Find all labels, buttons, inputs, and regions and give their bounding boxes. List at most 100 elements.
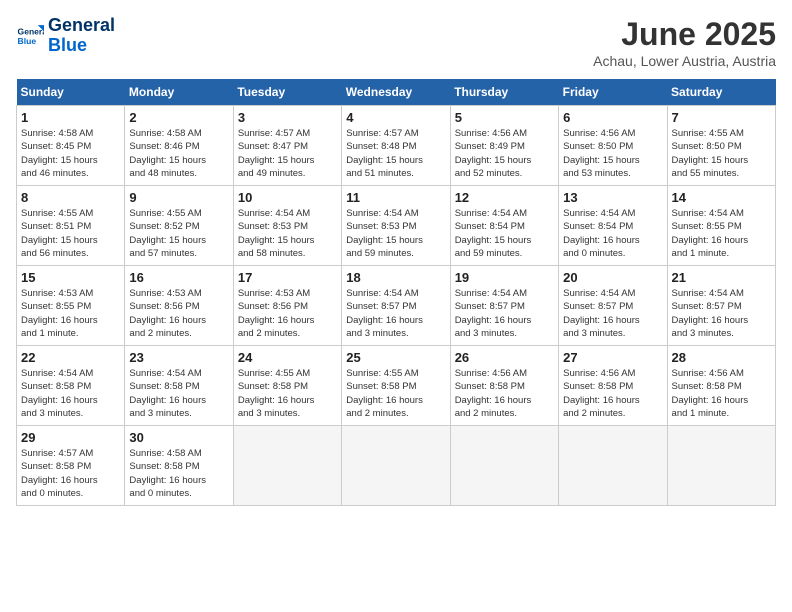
day-info: Sunrise: 4:54 AM Sunset: 8:57 PM Dayligh… <box>672 287 771 340</box>
table-row: 1 Sunrise: 4:58 AM Sunset: 8:45 PM Daylig… <box>17 106 125 186</box>
day-info: Sunrise: 4:54 AM Sunset: 8:54 PM Dayligh… <box>563 207 662 260</box>
col-sunday: Sunday <box>17 79 125 106</box>
day-number: 28 <box>672 350 771 365</box>
table-row: 9Sunrise: 4:55 AM Sunset: 8:52 PM Daylig… <box>125 186 233 266</box>
table-row: 7 Sunrise: 4:55 AM Sunset: 8:50 PM Daylig… <box>667 106 775 186</box>
table-row: 30 Sunrise: 4:58 AM Sunset: 8:58 PM Dayli… <box>125 426 233 506</box>
day-number: 3 <box>238 110 337 125</box>
svg-text:Blue: Blue <box>18 36 37 46</box>
day-info: Sunrise: 4:53 AM Sunset: 8:55 PM Dayligh… <box>21 287 120 340</box>
col-tuesday: Tuesday <box>233 79 341 106</box>
table-row: 13 Sunrise: 4:54 AM Sunset: 8:54 PM Dayli… <box>559 186 667 266</box>
table-row: 15 Sunrise: 4:53 AM Sunset: 8:55 PM Dayli… <box>17 266 125 346</box>
col-monday: Monday <box>125 79 233 106</box>
day-number: 12 <box>455 190 554 205</box>
table-row <box>233 426 341 506</box>
table-row: 23 Sunrise: 4:54 AM Sunset: 8:58 PM Dayli… <box>125 346 233 426</box>
day-info: Sunrise: 4:54 AM Sunset: 8:53 PM Dayligh… <box>346 207 445 260</box>
table-row: 25Sunrise: 4:55 AM Sunset: 8:58 PM Dayli… <box>342 346 450 426</box>
day-info: Sunrise: 4:53 AM Sunset: 8:56 PM Dayligh… <box>238 287 337 340</box>
calendar-week-row: 15 Sunrise: 4:53 AM Sunset: 8:55 PM Dayli… <box>17 266 776 346</box>
day-info: Sunrise: 4:57 AM Sunset: 8:48 PM Dayligh… <box>346 127 445 180</box>
day-number: 7 <box>672 110 771 125</box>
day-info: Sunrise: 4:54 AM Sunset: 8:55 PM Dayligh… <box>672 207 771 260</box>
day-number: 21 <box>672 270 771 285</box>
day-info: Sunrise: 4:55 AM Sunset: 8:51 PM Dayligh… <box>21 207 120 260</box>
table-row: 18Sunrise: 4:54 AM Sunset: 8:57 PM Dayli… <box>342 266 450 346</box>
day-info: Sunrise: 4:58 AM Sunset: 8:46 PM Dayligh… <box>129 127 228 180</box>
table-row: 17 Sunrise: 4:53 AM Sunset: 8:56 PM Dayli… <box>233 266 341 346</box>
day-number: 22 <box>21 350 120 365</box>
logo: General Blue General Blue <box>16 16 115 56</box>
day-number: 1 <box>21 110 120 125</box>
calendar-week-row: 29 Sunrise: 4:57 AM Sunset: 8:58 PM Dayli… <box>17 426 776 506</box>
day-info: Sunrise: 4:55 AM Sunset: 8:58 PM Dayligh… <box>238 367 337 420</box>
table-row <box>559 426 667 506</box>
table-row: 4 Sunrise: 4:57 AM Sunset: 8:48 PM Daylig… <box>342 106 450 186</box>
day-number: 9 <box>129 190 228 205</box>
day-number: 8 <box>21 190 120 205</box>
location-subtitle: Achau, Lower Austria, Austria <box>593 53 776 69</box>
table-row: 12Sunrise: 4:54 AM Sunset: 8:54 PM Dayli… <box>450 186 558 266</box>
day-number: 4 <box>346 110 445 125</box>
table-row: 3 Sunrise: 4:57 AM Sunset: 8:47 PM Daylig… <box>233 106 341 186</box>
day-number: 14 <box>672 190 771 205</box>
table-row: 27Sunrise: 4:56 AM Sunset: 8:58 PM Dayli… <box>559 346 667 426</box>
table-row: 11 Sunrise: 4:54 AM Sunset: 8:53 PM Dayli… <box>342 186 450 266</box>
day-info: Sunrise: 4:57 AM Sunset: 8:58 PM Dayligh… <box>21 447 120 500</box>
day-info: Sunrise: 4:58 AM Sunset: 8:45 PM Dayligh… <box>21 127 120 180</box>
table-row <box>342 426 450 506</box>
col-saturday: Saturday <box>667 79 775 106</box>
table-row: 29 Sunrise: 4:57 AM Sunset: 8:58 PM Dayli… <box>17 426 125 506</box>
day-info: Sunrise: 4:56 AM Sunset: 8:49 PM Dayligh… <box>455 127 554 180</box>
day-number: 25 <box>346 350 445 365</box>
day-info: Sunrise: 4:57 AM Sunset: 8:47 PM Dayligh… <box>238 127 337 180</box>
calendar-header-row: Sunday Monday Tuesday Wednesday Thursday… <box>17 79 776 106</box>
table-row: 16 Sunrise: 4:53 AM Sunset: 8:56 PM Dayli… <box>125 266 233 346</box>
day-info: Sunrise: 4:54 AM Sunset: 8:58 PM Dayligh… <box>21 367 120 420</box>
day-number: 23 <box>129 350 228 365</box>
day-info: Sunrise: 4:55 AM Sunset: 8:50 PM Dayligh… <box>672 127 771 180</box>
day-info: Sunrise: 4:56 AM Sunset: 8:58 PM Dayligh… <box>455 367 554 420</box>
month-year-title: June 2025 <box>593 16 776 53</box>
table-row <box>450 426 558 506</box>
day-info: Sunrise: 4:58 AM Sunset: 8:58 PM Dayligh… <box>129 447 228 500</box>
calendar-week-row: 22 Sunrise: 4:54 AM Sunset: 8:58 PM Dayli… <box>17 346 776 426</box>
col-thursday: Thursday <box>450 79 558 106</box>
day-number: 17 <box>238 270 337 285</box>
day-number: 11 <box>346 190 445 205</box>
day-number: 15 <box>21 270 120 285</box>
table-row: 21 Sunrise: 4:54 AM Sunset: 8:57 PM Dayli… <box>667 266 775 346</box>
table-row: 8 Sunrise: 4:55 AM Sunset: 8:51 PM Daylig… <box>17 186 125 266</box>
page-header: General Blue General Blue June 2025 Acha… <box>16 16 776 69</box>
table-row: 10 Sunrise: 4:54 AM Sunset: 8:53 PM Dayli… <box>233 186 341 266</box>
day-info: Sunrise: 4:54 AM Sunset: 8:58 PM Dayligh… <box>129 367 228 420</box>
table-row: 5 Sunrise: 4:56 AM Sunset: 8:49 PM Daylig… <box>450 106 558 186</box>
table-row: 2Sunrise: 4:58 AM Sunset: 8:46 PM Daylig… <box>125 106 233 186</box>
day-number: 5 <box>455 110 554 125</box>
day-number: 20 <box>563 270 662 285</box>
day-number: 13 <box>563 190 662 205</box>
day-info: Sunrise: 4:56 AM Sunset: 8:58 PM Dayligh… <box>563 367 662 420</box>
day-info: Sunrise: 4:53 AM Sunset: 8:56 PM Dayligh… <box>129 287 228 340</box>
day-number: 29 <box>21 430 120 445</box>
calendar-week-row: 8 Sunrise: 4:55 AM Sunset: 8:51 PM Daylig… <box>17 186 776 266</box>
day-info: Sunrise: 4:56 AM Sunset: 8:50 PM Dayligh… <box>563 127 662 180</box>
table-row: 6 Sunrise: 4:56 AM Sunset: 8:50 PM Daylig… <box>559 106 667 186</box>
day-number: 10 <box>238 190 337 205</box>
day-number: 16 <box>129 270 228 285</box>
day-info: Sunrise: 4:54 AM Sunset: 8:57 PM Dayligh… <box>455 287 554 340</box>
svg-text:General: General <box>18 26 44 36</box>
day-number: 18 <box>346 270 445 285</box>
day-number: 30 <box>129 430 228 445</box>
day-number: 26 <box>455 350 554 365</box>
table-row: 24Sunrise: 4:55 AM Sunset: 8:58 PM Dayli… <box>233 346 341 426</box>
day-info: Sunrise: 4:54 AM Sunset: 8:53 PM Dayligh… <box>238 207 337 260</box>
day-number: 6 <box>563 110 662 125</box>
table-row: 19Sunrise: 4:54 AM Sunset: 8:57 PM Dayli… <box>450 266 558 346</box>
table-row: 20 Sunrise: 4:54 AM Sunset: 8:57 PM Dayli… <box>559 266 667 346</box>
logo-text: General Blue <box>48 16 115 56</box>
table-row: 14 Sunrise: 4:54 AM Sunset: 8:55 PM Dayli… <box>667 186 775 266</box>
calendar-week-row: 1 Sunrise: 4:58 AM Sunset: 8:45 PM Daylig… <box>17 106 776 186</box>
day-info: Sunrise: 4:54 AM Sunset: 8:57 PM Dayligh… <box>563 287 662 340</box>
